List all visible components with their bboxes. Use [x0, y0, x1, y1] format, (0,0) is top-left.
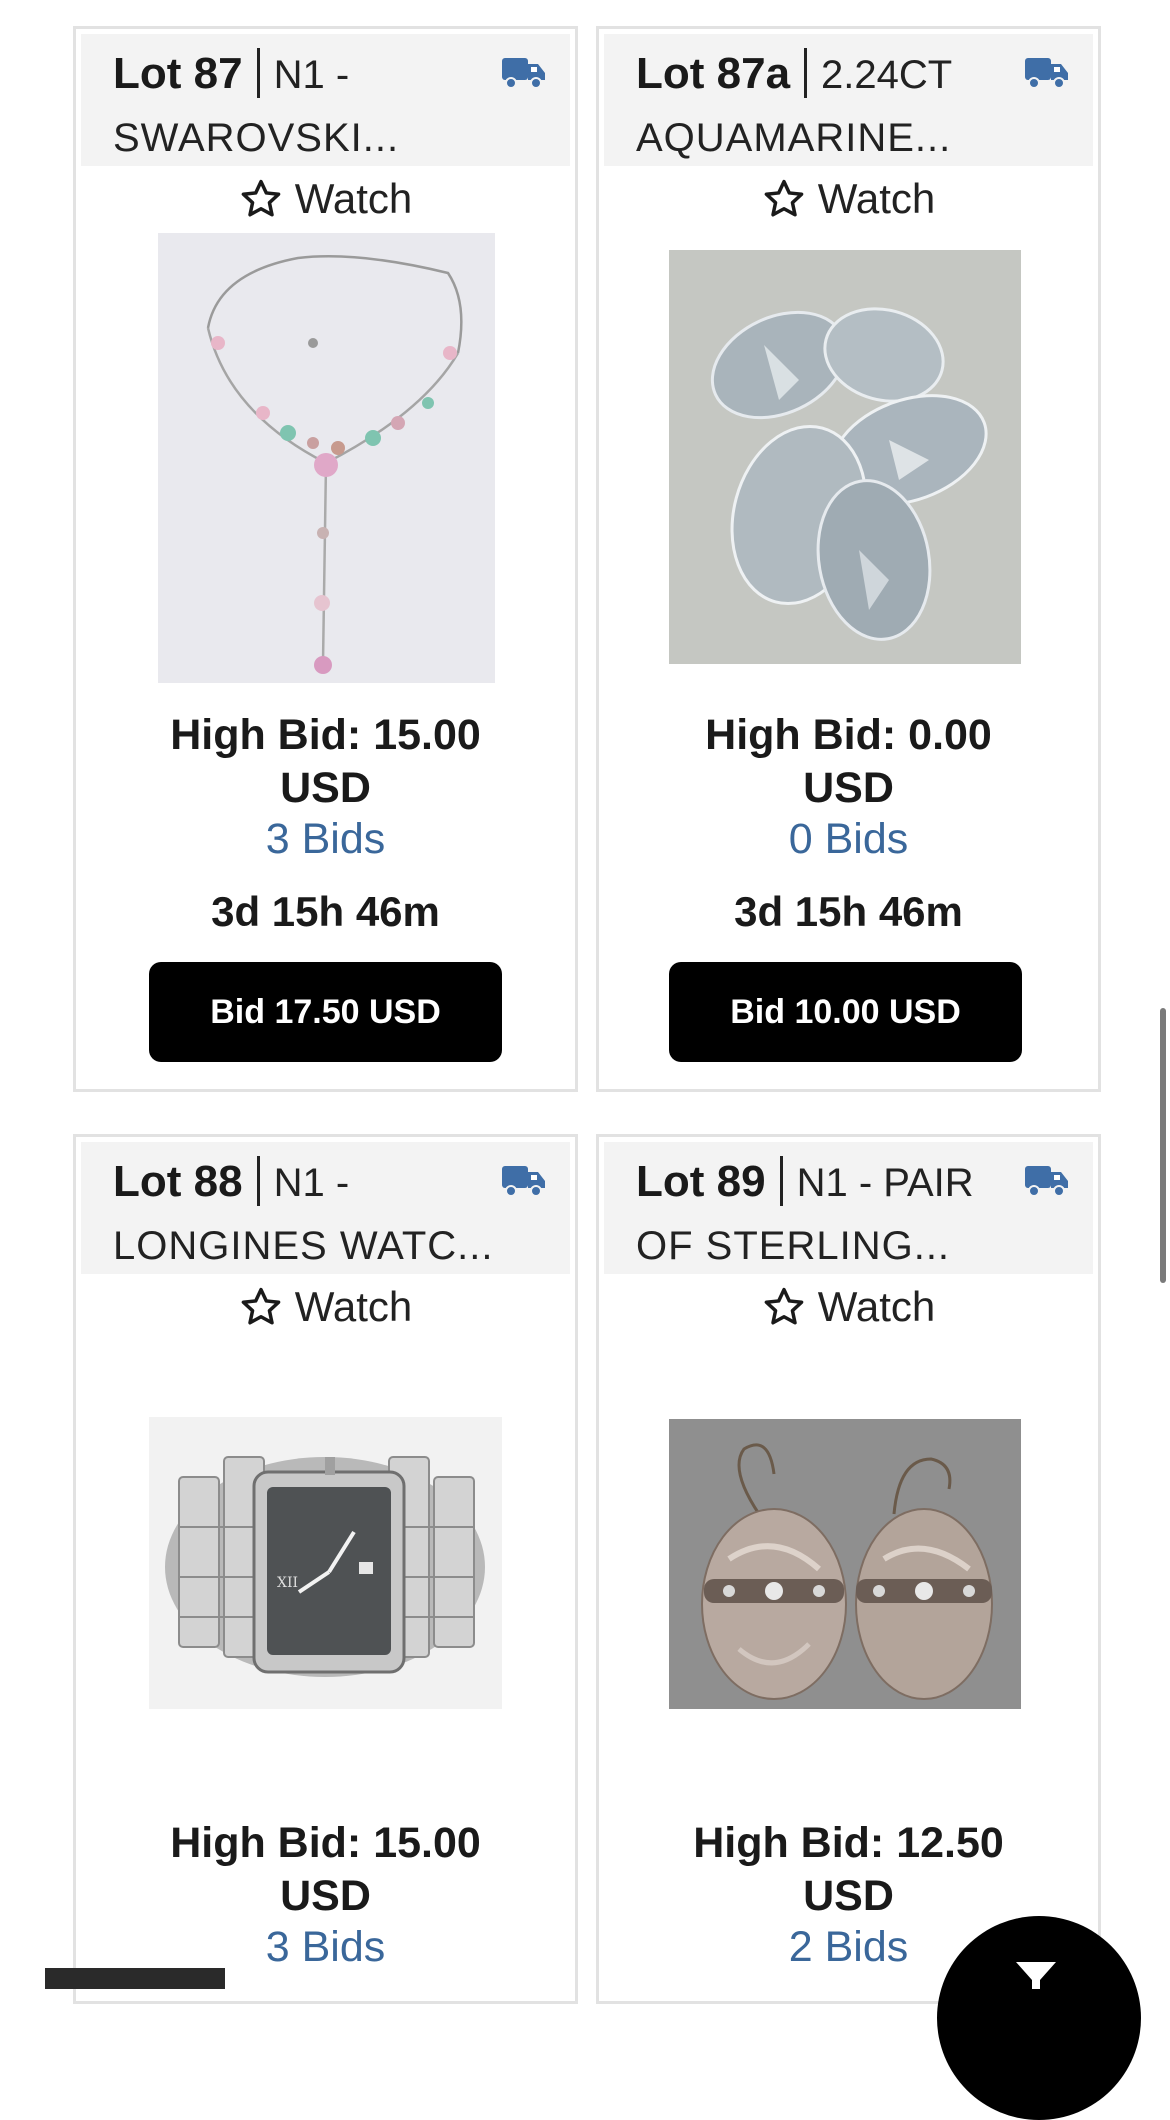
lot-header[interactable]: Lot 87a 2.24CT AQUAMARINE... — [604, 34, 1093, 166]
high-bid-currency: USD — [803, 764, 894, 812]
lot-header[interactable]: Lot 88 N1 - LONGINES WATC... — [81, 1142, 570, 1274]
lot-image-earrings[interactable] — [669, 1419, 1021, 1709]
time-remaining: 3d 15h 46m — [734, 888, 963, 935]
bid-button[interactable]: Bid 17.50 USD — [149, 962, 502, 1062]
lot-card[interactable]: Lot 88 N1 - LONGINES WATC... Watch XII H… — [73, 1134, 578, 2004]
lot-image-necklace[interactable] — [158, 233, 495, 683]
lot-card[interactable]: Lot 87a 2.24CT AQUAMARINE... Watch High B… — [596, 26, 1101, 1092]
watch-toggle[interactable]: Watch — [76, 171, 575, 227]
divider — [779, 1156, 783, 1206]
high-bid-currency: USD — [280, 1872, 371, 1920]
bid-count-link[interactable]: 0 Bids — [599, 813, 1098, 866]
lot-header[interactable]: Lot 89 N1 - PAIR OF STERLING... — [604, 1142, 1093, 1274]
high-bid-currency: USD — [280, 764, 371, 812]
high-bid-currency: USD — [803, 1872, 894, 1920]
filter-button[interactable] — [937, 1916, 1141, 2120]
high-bid: High Bid: 12.50 — [693, 1819, 1004, 1867]
star-icon — [241, 179, 281, 217]
watch-label: Watch — [817, 1283, 936, 1330]
svg-text:XII: XII — [277, 1575, 298, 1591]
divider — [804, 48, 808, 98]
scrollbar-thumb[interactable] — [1160, 1008, 1166, 1283]
truck-icon — [502, 58, 545, 89]
high-bid: High Bid: 15.00 — [170, 1819, 481, 1867]
lot-header[interactable]: Lot 87 N1 - SWAROVSKI... — [81, 34, 570, 166]
lot-title-continued: AQUAMARINE... — [636, 116, 952, 160]
lot-title-continued: LONGINES WATC... — [113, 1224, 494, 1268]
bottom-tab[interactable] — [45, 1968, 225, 1989]
lot-number: Lot 89 — [636, 1157, 766, 1206]
watch-label: Watch — [294, 1283, 413, 1330]
divider — [256, 48, 260, 98]
lot-title: N1 - — [273, 53, 350, 97]
lot-image-wristwatch[interactable]: XII — [149, 1417, 502, 1709]
watch-label: Watch — [817, 175, 936, 222]
bid-count-link[interactable]: 3 Bids — [76, 813, 575, 866]
bid-count-link[interactable]: 3 Bids — [76, 1921, 575, 1974]
star-icon — [241, 1287, 281, 1325]
lot-title-continued: SWAROVSKI... — [113, 116, 400, 160]
lot-number: Lot 87 — [113, 49, 243, 98]
bid-button[interactable]: Bid 10.00 USD — [669, 962, 1022, 1062]
lot-title: 2.24CT — [821, 53, 953, 97]
truck-icon — [1025, 58, 1068, 89]
star-icon — [764, 179, 804, 217]
lot-card[interactable]: Lot 89 N1 - PAIR OF STERLING... Watch Hi… — [596, 1134, 1101, 2004]
watch-toggle[interactable]: Watch — [599, 171, 1098, 227]
lot-title: N1 - PAIR — [796, 1161, 974, 1205]
lot-number: Lot 87a — [636, 49, 791, 98]
watch-toggle[interactable]: Watch — [599, 1279, 1098, 1335]
truck-icon — [502, 1166, 545, 1197]
lot-number: Lot 88 — [113, 1157, 243, 1206]
truck-icon — [1025, 1166, 1068, 1197]
divider — [256, 1156, 260, 1206]
lot-title-continued: OF STERLING... — [636, 1224, 951, 1268]
lot-image-aquamarine[interactable] — [669, 250, 1021, 664]
high-bid: High Bid: 15.00 — [170, 711, 481, 759]
time-remaining: 3d 15h 46m — [211, 888, 440, 935]
lot-title: N1 - — [273, 1161, 350, 1205]
high-bid: High Bid: 0.00 — [705, 711, 992, 759]
lot-card[interactable]: Lot 87 N1 - SWAROVSKI... Watch High Bid:… — [73, 26, 578, 1092]
star-icon — [764, 1287, 804, 1325]
filter-icon — [1016, 1962, 1056, 1989]
watch-label: Watch — [294, 175, 413, 222]
watch-toggle[interactable]: Watch — [76, 1279, 575, 1335]
